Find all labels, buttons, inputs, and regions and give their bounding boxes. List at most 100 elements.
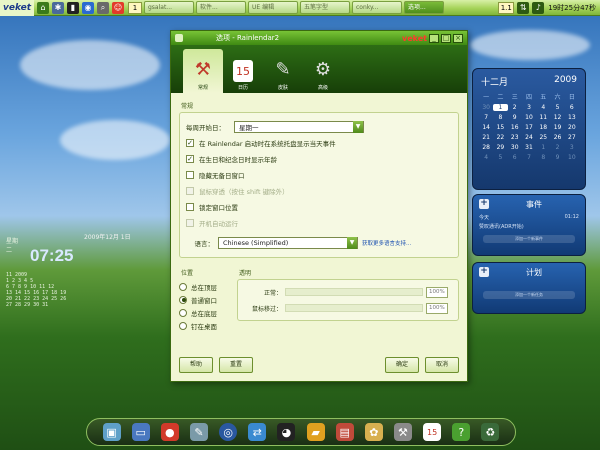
page-indicator[interactable]: 1.1 [498,1,515,14]
help-icon[interactable]: ? [452,423,471,441]
calendar-day[interactable]: 26 [550,134,564,141]
calendar-day[interactable]: 16 [508,124,522,131]
checkbox[interactable] [186,171,194,179]
clock[interactable]: 19时25分47秒 [544,3,600,13]
terminal-icon[interactable]: ▮ [67,1,79,14]
ok-button[interactable]: 确定 [385,357,419,373]
calendar-day[interactable]: 3 [522,104,536,111]
radio[interactable] [179,321,187,330]
reset-button[interactable]: 重置 [219,357,253,373]
calendar-day[interactable]: 23 [508,134,522,141]
calendar-day[interactable]: 9 [508,114,522,121]
radio-selected[interactable] [179,295,187,304]
hover-opacity-slider[interactable] [285,304,423,312]
hover-opacity-field[interactable]: 100% [426,302,448,314]
calendar-day[interactable]: 27 [565,134,579,141]
calendar-day[interactable]: 10 [522,114,536,121]
language-select[interactable]: Chinese (Simplified) ▼ [218,237,358,249]
option-row[interactable]: ✓ 在 Rainlendar 启动时在系统托盘显示当天事件 [186,135,452,151]
event-row[interactable]: 今天 01:12 [473,213,585,222]
task-button[interactable]: UE 编辑 [248,1,298,14]
calendar-day[interactable]: 31 [522,144,536,151]
calendar-day[interactable]: 6 [508,154,522,161]
calendar-day[interactable]: 30 [508,144,522,151]
calendar-day[interactable]: 7 [479,114,493,121]
calendar-day[interactable]: 17 [522,124,536,131]
maximize-button[interactable]: □ [441,33,451,43]
calendar-day[interactable]: 13 [565,114,579,121]
calendar-day[interactable]: 24 [522,134,536,141]
task-button[interactable]: 软件... [196,1,246,14]
calendar-day[interactable]: 2 [550,144,564,151]
dialog-titlebar[interactable]: 选项 - Rainlendar2 veket _ □ × [171,31,467,45]
position-option[interactable]: 总在底层 [179,306,231,319]
calendar-day[interactable]: 29 [493,144,507,151]
disc-icon[interactable]: ◎ [219,423,238,441]
calendar-day[interactable]: 7 [522,154,536,161]
calendar-day[interactable]: 12 [550,114,564,121]
checkbox[interactable]: ✓ [186,155,194,163]
position-option[interactable]: 普通窗口 [179,293,231,306]
tab-general[interactable]: ⚒ 常规 [183,49,223,93]
calendar-day[interactable]: 3 [565,144,579,151]
close-button[interactable]: × [453,33,463,43]
game-icon[interactable]: ● [160,423,179,441]
search-icon[interactable]: ⌕ [97,1,109,14]
calendar-day[interactable]: 15 [493,124,507,131]
tab-advanced[interactable]: ⚙ 高级 [303,49,343,93]
normal-opacity-slider[interactable] [285,288,423,296]
calendar-day[interactable]: 14 [479,124,493,131]
position-option[interactable]: 钉在桌面 [179,319,231,332]
calendar-day[interactable]: 4 [479,154,493,161]
task-button-active[interactable]: 选项... [404,1,444,14]
network-share-icon[interactable]: ⇄ [248,423,267,441]
option-row[interactable]: 隐藏无备日窗口 [186,167,452,183]
editor-icon[interactable]: ✎ [189,423,208,441]
calendar-day[interactable]: 11 [536,114,550,121]
trash-icon[interactable]: ♻ [481,423,500,441]
calendar-day[interactable]: 19 [550,124,564,131]
calendar-icon[interactable]: 15 [423,423,442,441]
monitor-icon[interactable]: ▭ [131,423,150,441]
normal-opacity-field[interactable]: 100% [426,286,448,298]
volume-icon[interactable]: ♪ [532,1,545,14]
task-button[interactable]: 五笔字型 [300,1,350,14]
cancel-button[interactable]: 取消 [425,357,459,373]
option-row[interactable]: ✓ 在生日和纪念日时显示年龄 [186,151,452,167]
calendar-day[interactable]: 20 [565,124,579,131]
help-button[interactable]: 帮助 [179,357,213,373]
calendar-day[interactable]: 8 [536,154,550,161]
radio[interactable] [179,308,187,317]
tab-skin[interactable]: ✎ 皮肤 [263,49,303,93]
network-icon[interactable]: ⇅ [517,1,530,14]
position-option[interactable]: 总在顶层 [179,280,231,293]
checkbox[interactable] [186,203,194,211]
workspace-switcher[interactable]: 1 [128,1,142,14]
photo-icon[interactable]: ▤ [335,423,354,441]
week-start-select[interactable]: 星期一 ▼ [234,121,364,133]
settings-icon[interactable]: ✱ [52,1,64,14]
paint-icon[interactable]: ✿ [364,423,383,441]
calendar-day[interactable]: 5 [550,104,564,111]
checkbox[interactable]: ✓ [186,139,194,147]
events-widget[interactable]: + 事件 今天 01:12 赞叹通讯(ADR开始) 添加一个新事件 [472,194,586,256]
calendar-day[interactable]: 28 [479,144,493,151]
calendar-day[interactable]: 10 [565,154,579,161]
folder-icon[interactable]: ▰ [306,423,325,441]
more-languages-link[interactable]: 获取更多语言支持... [362,239,411,247]
calendar-day[interactable]: 8 [493,114,507,121]
calendar-day[interactable]: 1 [536,144,550,151]
chat-icon[interactable]: ☺ [112,1,124,14]
calendar-day[interactable]: 22 [493,134,507,141]
add-task-bar[interactable]: 添加一个新任务 [483,291,575,299]
add-event-bar[interactable]: 添加一个新事件 [483,235,575,243]
plan-widget[interactable]: + 计划 添加一个新任务 [472,262,586,314]
penguin-icon[interactable]: ◕ [277,423,296,441]
radio[interactable] [179,282,187,291]
browser-icon[interactable]: ◉ [82,1,94,14]
start-menu-button[interactable]: veket [0,0,34,16]
home-icon[interactable]: ⌂ [37,1,49,14]
minimize-button[interactable]: _ [429,33,439,43]
calendar-day[interactable]: 25 [536,134,550,141]
calendar-day[interactable]: 6 [565,104,579,111]
